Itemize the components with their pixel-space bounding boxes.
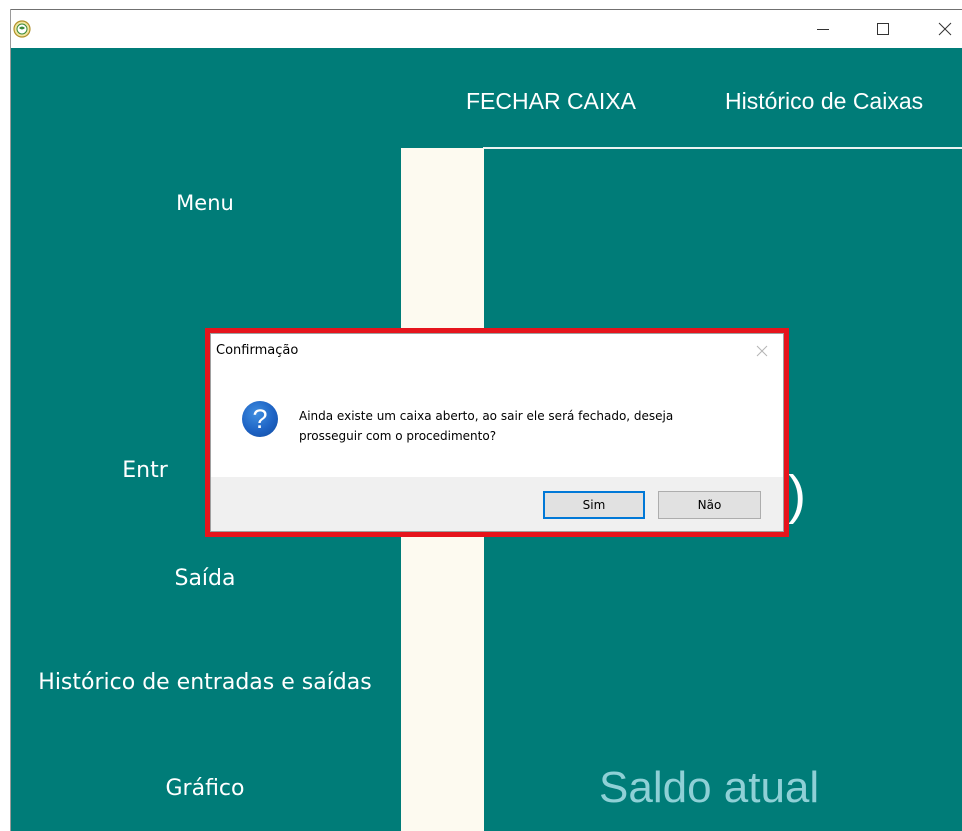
balance-value-fragment: ) [788,465,806,525]
sidebar-item-grafico[interactable]: Gráfico [11,776,399,801]
app-logo-icon [13,20,31,38]
fechar-caixa-link[interactable]: FECHAR CAIXA [466,88,636,115]
dialog-footer: Sim Não [211,477,783,531]
dialog-message: Ainda existe um caixa aberto, ao sair el… [299,406,759,446]
dialog-title: Confirmação [216,343,299,358]
dialog-close-icon[interactable] [752,341,772,361]
sim-button[interactable]: Sim [543,491,645,519]
sidebar-item-historico[interactable]: Histórico de entradas e saídas [11,670,399,695]
header-divider [483,147,962,149]
sidebar-item-saida[interactable]: Saída [11,566,399,591]
confirmation-dialog: Confirmação ? Ainda existe um caixa aber… [210,333,784,532]
dialog-message-line1: Ainda existe um caixa aberto, ao sair el… [299,409,674,423]
saldo-atual-label: Saldo atual [599,763,820,812]
menu-title: Menu [176,191,234,215]
title-bar[interactable] [11,10,962,48]
dialog-message-line2: prosseguir com o procedimento? [299,429,497,443]
nao-button[interactable]: Não [658,491,761,519]
question-icon: ? [242,401,278,437]
close-icon[interactable] [931,18,959,40]
historico-caixas-link[interactable]: Histórico de Caixas [725,88,923,115]
maximize-icon[interactable] [869,18,897,40]
minimize-icon[interactable] [809,18,837,40]
